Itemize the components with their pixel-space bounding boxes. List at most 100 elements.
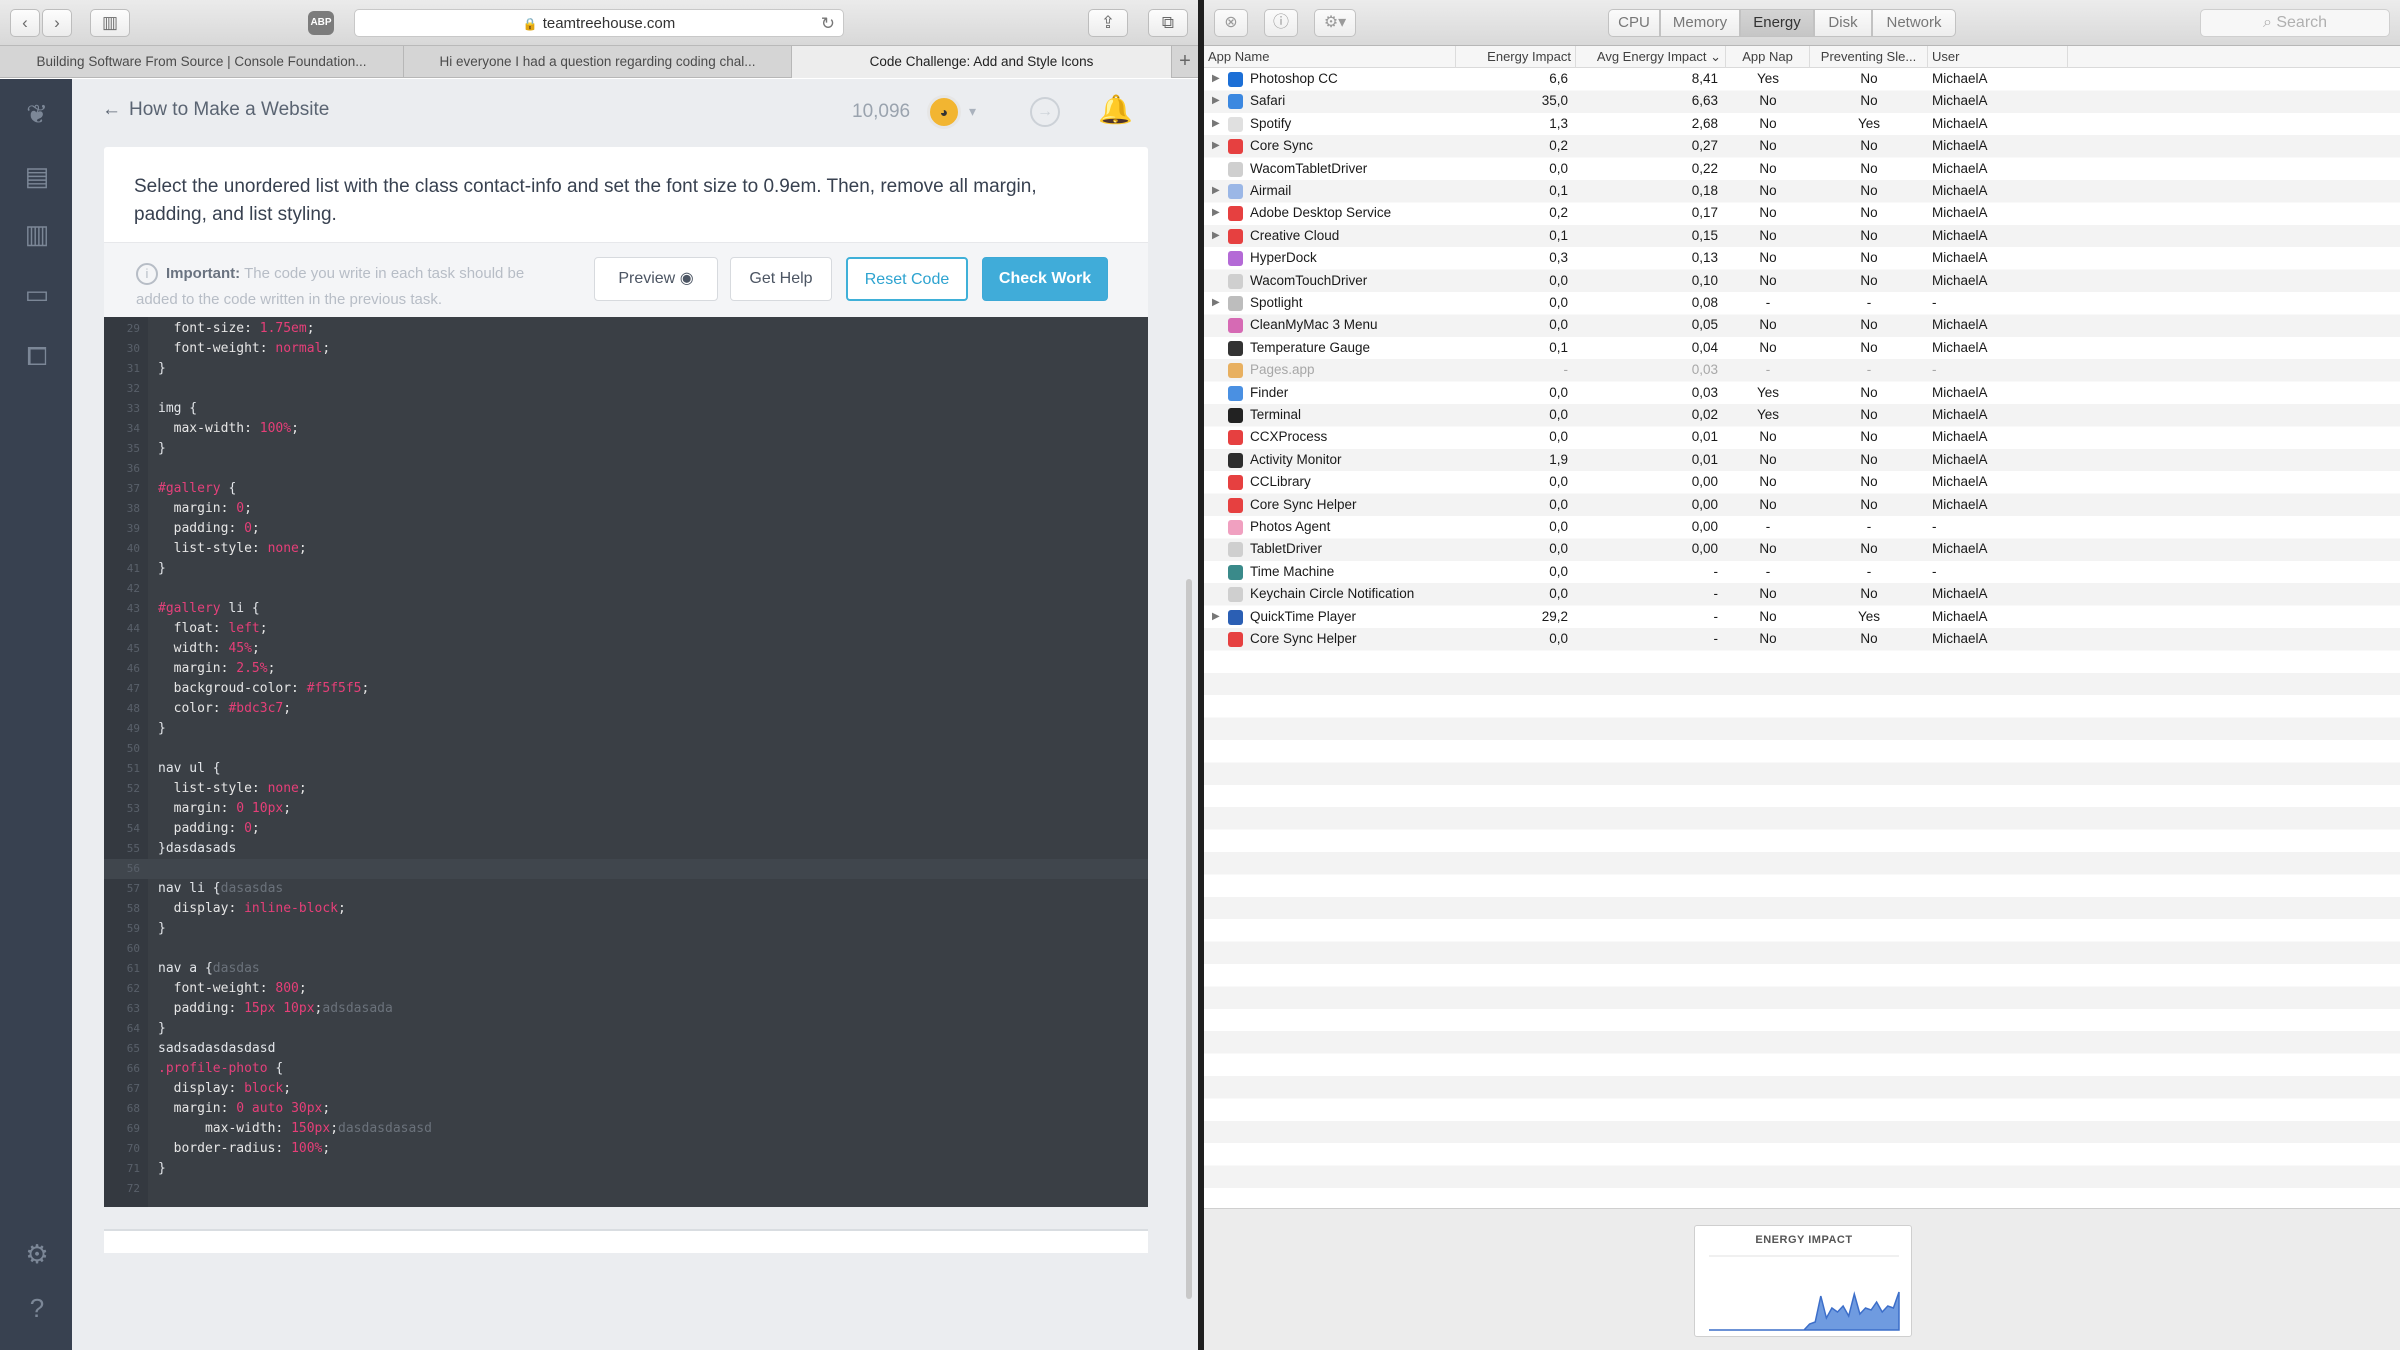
code-line[interactable]: 30 font-weight: normal; [104,339,1148,359]
code-line[interactable]: 45 width: 45%; [104,639,1148,659]
workspace-icon[interactable]: ⧠ [20,341,54,371]
chat-icon[interactable]: ▭ [20,279,54,309]
bell-icon[interactable]: 🔔 [1098,93,1133,126]
code-line[interactable]: 29 font-size: 1.75em; [104,319,1148,339]
disclosure-triangle-icon[interactable]: ▶ [1212,90,1220,112]
table-row[interactable]: Terminal 0,0 0,02 Yes No MichaelA [1204,404,2400,426]
inspect-process-button[interactable]: ⓘ [1264,9,1298,37]
page-scrollbar[interactable] [1186,579,1192,1299]
forward-button[interactable]: › [42,9,72,37]
tab-1[interactable]: Building Software From Source | Console … [0,46,404,78]
code-line[interactable]: 68 margin: 0 auto 30px; [104,1099,1148,1119]
disclosure-triangle-icon[interactable]: ▶ [1212,113,1220,135]
share-button[interactable]: ⇪ [1088,9,1128,37]
code-line[interactable]: 49} [104,719,1148,739]
book-icon[interactable]: ▥ [20,219,54,249]
code-line[interactable]: 54 padding: 0; [104,819,1148,839]
code-line[interactable]: 61 nav a {dasdas [104,959,1148,979]
code-line[interactable]: 39 padding: 0; [104,519,1148,539]
disclosure-triangle-icon[interactable]: ▶ [1212,68,1220,90]
next-step-icon[interactable]: → [1030,97,1060,127]
code-line[interactable]: 65 sadsadasdasdasd [104,1039,1148,1059]
table-row[interactable]: ▶ Spotlight 0,0 0,08 - - - [1204,292,2400,314]
code-line[interactable]: 36 [104,459,1148,479]
settings-gear-icon[interactable]: ⚙ [20,1239,54,1269]
table-row[interactable]: CleanMyMac 3 Menu 0,0 0,05 No No MichaelA [1204,314,2400,336]
code-line[interactable]: 48 color: #bdc3c7; [104,699,1148,719]
code-line[interactable]: 47 backgroud-color: #f5f5f5; [104,679,1148,699]
table-row[interactable]: Activity Monitor 1,9 0,01 No No MichaelA [1204,449,2400,471]
tab-2[interactable]: Hi everyone I had a question regarding c… [404,46,792,78]
stop-process-button[interactable]: ⊗ [1214,9,1248,37]
code-line[interactable]: 67 display: block; [104,1079,1148,1099]
avatar[interactable]: ◕ [927,95,961,129]
sidebar-toggle-button[interactable]: ▥ [90,9,130,37]
code-line[interactable]: 59} [104,919,1148,939]
table-row[interactable]: Core Sync Helper 0,0 - No No MichaelA [1204,628,2400,650]
table-row[interactable]: ▶ Airmail 0,1 0,18 No No MichaelA [1204,180,2400,202]
table-row[interactable]: ▶ Spotify 1,3 2,68 No Yes MichaelA [1204,113,2400,135]
code-line[interactable]: 51 nav ul { [104,759,1148,779]
code-line[interactable]: 40 list-style: none; [104,539,1148,559]
code-line[interactable]: 43 #gallery li { [104,599,1148,619]
disclosure-triangle-icon[interactable]: ▶ [1212,606,1220,628]
code-line[interactable]: 53 margin: 0 10px; [104,799,1148,819]
code-line[interactable]: 58 display: inline-block; [104,899,1148,919]
tab-network[interactable]: Network [1872,9,1956,37]
new-tab-button[interactable]: + [1172,46,1198,78]
disclosure-triangle-icon[interactable]: ▶ [1212,292,1220,314]
tab-3[interactable]: Code Challenge: Add and Style Icons [792,46,1172,78]
code-line[interactable]: 46 margin: 2.5%; [104,659,1148,679]
table-row[interactable]: ▶ Creative Cloud 0,1 0,15 No No MichaelA [1204,225,2400,247]
code-line[interactable]: 32 [104,379,1148,399]
code-line[interactable]: 72 [104,1179,1148,1199]
action-menu-button[interactable]: ⚙▾ [1314,9,1356,37]
table-row[interactable]: TabletDriver 0,0 0,00 No No MichaelA [1204,538,2400,560]
code-line[interactable]: 56 [104,859,1148,879]
col-app-nap[interactable]: App Nap [1726,46,1810,68]
code-line[interactable]: 69 max-width: 150px;dasdasdasasd [104,1119,1148,1139]
disclosure-triangle-icon[interactable]: ▶ [1212,202,1220,224]
code-line[interactable]: 66 .profile-photo { [104,1059,1148,1079]
code-line[interactable]: 41} [104,559,1148,579]
code-line[interactable]: 50 [104,739,1148,759]
code-line[interactable]: 38 margin: 0; [104,499,1148,519]
tab-memory[interactable]: Memory [1660,9,1740,37]
check-work-button[interactable]: Check Work [982,257,1108,301]
table-row[interactable]: Core Sync Helper 0,0 0,00 No No MichaelA [1204,494,2400,516]
table-row[interactable]: Finder 0,0 0,03 Yes No MichaelA [1204,382,2400,404]
code-line[interactable]: 70 border-radius: 100%; [104,1139,1148,1159]
table-row[interactable]: ▶ Core Sync 0,2 0,27 No No MichaelA [1204,135,2400,157]
table-row[interactable]: ▶ Safari 35,0 6,63 No No MichaelA [1204,90,2400,112]
search-field[interactable]: ⌕ Search [2200,9,2390,37]
code-line[interactable]: 60 [104,939,1148,959]
code-line[interactable]: 71} [104,1159,1148,1179]
code-line[interactable]: 42 [104,579,1148,599]
tab-energy[interactable]: Energy [1740,9,1814,37]
address-bar[interactable]: 🔒 teamtreehouse.com ↻ [354,9,844,37]
code-line[interactable]: 57 nav li {dasasdas [104,879,1148,899]
chevron-down-icon[interactable]: ▾ [969,103,976,120]
code-line[interactable]: 33 img { [104,399,1148,419]
library-icon[interactable]: ▤ [20,161,54,191]
help-icon[interactable]: ? [20,1293,54,1323]
table-row[interactable]: Photos Agent 0,0 0,00 - - - [1204,516,2400,538]
table-row[interactable]: HyperDock 0,3 0,13 No No MichaelA [1204,247,2400,269]
code-line[interactable]: 34 max-width: 100%; [104,419,1148,439]
code-line[interactable]: 63 padding: 15px 10px;adsdasada [104,999,1148,1019]
tab-disk[interactable]: Disk [1814,9,1872,37]
col-energy-impact[interactable]: Energy Impact [1456,46,1576,68]
adblock-button[interactable]: ABP [308,11,334,35]
preview-button[interactable]: Preview ◉ [594,257,718,301]
back-to-course-link[interactable]: ← How to Make a Website [102,99,329,121]
get-help-button[interactable]: Get Help [730,257,832,301]
code-line[interactable]: 64} [104,1019,1148,1039]
table-row[interactable]: CCXProcess 0,0 0,01 No No MichaelA [1204,426,2400,448]
back-button[interactable]: ‹ [10,9,40,37]
code-line[interactable]: 44 float: left; [104,619,1148,639]
code-line[interactable]: 35} [104,439,1148,459]
code-line[interactable]: 31} [104,359,1148,379]
code-editor[interactable]: 29 font-size: 1.75em; 30 font-weight: nor… [104,317,1148,1207]
col-app-name[interactable]: App Name [1204,46,1456,68]
disclosure-triangle-icon[interactable]: ▶ [1212,135,1220,157]
